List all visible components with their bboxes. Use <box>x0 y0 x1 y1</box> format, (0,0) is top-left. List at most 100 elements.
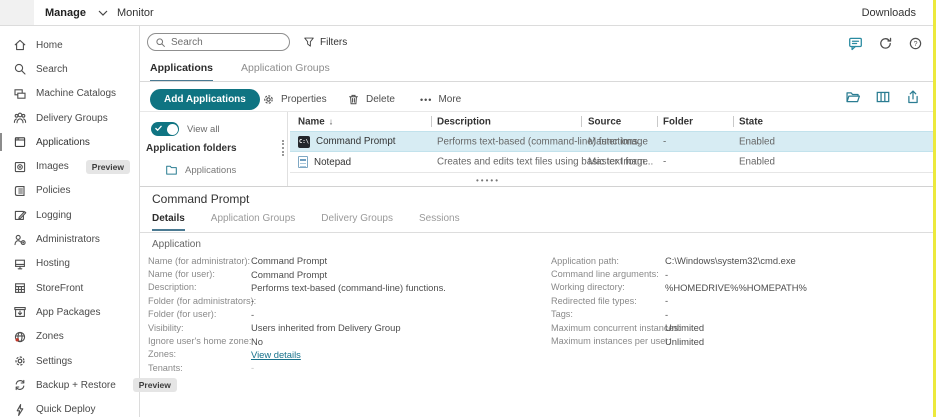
manage-menu[interactable]: Manage <box>45 0 108 25</box>
export-icon[interactable] <box>905 89 921 105</box>
feedback-icon[interactable] <box>847 35 863 51</box>
app-packages-icon <box>13 305 27 319</box>
column-header-name[interactable]: Name ↓ <box>298 116 333 127</box>
tab-details-application-groups[interactable]: Application Groups <box>211 213 296 231</box>
delete-button[interactable]: Delete <box>347 89 395 110</box>
properties-label: Properties <box>281 94 327 105</box>
field-value: - <box>251 309 254 320</box>
row-name-label: Notepad <box>314 157 351 168</box>
more-button[interactable]: ••• More <box>420 89 461 110</box>
sidebar-item-label: App Packages <box>36 307 101 318</box>
details-tabs-divider <box>140 232 936 233</box>
view-all-label: View all <box>187 124 220 135</box>
sidebar-item-label: Hosting <box>36 258 70 269</box>
sidebar-item-storefront[interactable]: StoreFront <box>0 276 139 300</box>
tab-details-delivery-groups[interactable]: Delivery Groups <box>321 213 393 231</box>
column-separator <box>581 116 582 127</box>
panel-splitter-line[interactable] <box>140 186 936 187</box>
sidebar-item-images[interactable]: Images Preview <box>0 154 139 178</box>
table-row-notepad[interactable]: Notepad Creates and edits text files usi… <box>290 152 933 173</box>
row-source-cell: Master Image <box>588 136 648 147</box>
row-name-cell: Notepad <box>298 152 351 172</box>
view-details-link[interactable]: View details <box>251 349 301 360</box>
folder-item-applications[interactable]: Applications <box>165 164 236 176</box>
tab-details-sessions[interactable]: Sessions <box>419 213 460 231</box>
application-section-label: Application <box>152 239 201 250</box>
home-icon <box>13 38 27 52</box>
sidebar-item-label: StoreFront <box>36 283 83 294</box>
row-name-cell: C:\ Command Prompt <box>298 132 396 151</box>
downloads-link[interactable]: Downloads <box>862 0 916 25</box>
table-tools <box>845 89 921 105</box>
column-separator <box>431 116 432 127</box>
sidebar: Home Search Machine Catalogs Delivery Gr… <box>0 26 140 417</box>
field-value: - <box>665 269 668 280</box>
images-icon <box>13 160 27 174</box>
preview-badge: Preview <box>133 378 177 392</box>
utility-icons: ? <box>847 35 923 51</box>
filter-funnel-icon <box>303 36 315 48</box>
details-right-column: Application path:C:\Windows\system32\cmd… <box>551 254 807 348</box>
sidebar-item-label: Backup + Restore <box>36 380 116 391</box>
search-icon <box>13 62 27 76</box>
sidebar-item-delivery-groups[interactable]: Delivery Groups <box>0 106 139 130</box>
sidebar-item-label: Policies <box>36 185 70 196</box>
field-value: - <box>251 295 254 306</box>
sidebar-item-search[interactable]: Search <box>0 57 139 81</box>
sidebar-item-settings[interactable]: Settings <box>0 349 139 373</box>
sidebar-item-administrators[interactable]: Administrators <box>0 227 139 251</box>
details-panel-title: Command Prompt <box>152 192 249 206</box>
column-header-source[interactable]: Source <box>588 116 621 127</box>
help-icon[interactable]: ? <box>907 35 923 51</box>
more-label: More <box>438 94 461 105</box>
sidebar-item-machine-catalogs[interactable]: Machine Catalogs <box>0 82 139 106</box>
check-icon <box>155 125 162 132</box>
search-input[interactable] <box>171 37 271 48</box>
field-row: Visibility:Users inherited from Delivery… <box>148 321 446 334</box>
field-row: Name (for user):Command Prompt <box>148 267 446 280</box>
manage-folders-icon[interactable] <box>845 89 861 105</box>
column-header-folder[interactable]: Folder <box>663 116 693 127</box>
tab-application-groups[interactable]: Application Groups <box>241 62 330 82</box>
table-row-command-prompt[interactable]: C:\ Command Prompt Performs text-based (… <box>290 131 933 152</box>
sidebar-item-label: Machine Catalogs <box>36 88 116 99</box>
folders-panel-resize-handle[interactable] <box>282 140 284 156</box>
sidebar-item-label: Administrators <box>36 234 100 245</box>
field-row: Folder (for user):- <box>148 308 446 321</box>
notepad-icon <box>298 156 308 168</box>
sidebar-item-applications[interactable]: Applications <box>0 130 139 154</box>
refresh-icon[interactable] <box>877 35 893 51</box>
monitor-menu[interactable]: Monitor <box>117 0 154 25</box>
column-separator <box>733 116 734 127</box>
field-value: No <box>251 336 263 347</box>
column-header-state[interactable]: State <box>739 116 763 127</box>
tab-applications[interactable]: Applications <box>150 62 213 82</box>
sidebar-item-hosting[interactable]: Hosting <box>0 252 139 276</box>
sidebar-item-label: Search <box>36 64 68 75</box>
sidebar-item-home[interactable]: Home <box>0 33 139 57</box>
column-header-description[interactable]: Description <box>437 116 491 127</box>
sidebar-item-backup-restore[interactable]: Backup + Restore Preview <box>0 373 139 397</box>
zones-icon <box>13 330 27 344</box>
sidebar-item-label: Logging <box>36 210 72 221</box>
field-row: Name (for administrator):Command Prompt <box>148 254 446 267</box>
view-all-toggle-row: View all <box>151 122 220 136</box>
logging-icon <box>13 208 27 222</box>
field-row: Ignore user's home zone:No <box>148 334 446 347</box>
panel-splitter-handle[interactable]: ••••• <box>463 176 513 185</box>
backup-restore-icon <box>13 378 27 392</box>
sidebar-item-label: Images <box>36 161 69 172</box>
applications-icon <box>13 135 27 149</box>
choose-columns-icon[interactable] <box>875 89 891 105</box>
row-state-cell: Enabled <box>739 157 775 168</box>
properties-button[interactable]: Properties <box>262 89 327 110</box>
view-all-toggle[interactable] <box>151 122 179 136</box>
sidebar-item-policies[interactable]: Policies <box>0 179 139 203</box>
add-applications-button[interactable]: Add Applications <box>150 89 260 110</box>
sidebar-item-zones[interactable]: Zones <box>0 325 139 349</box>
filters-button[interactable]: Filters <box>303 33 347 51</box>
sidebar-item-logging[interactable]: Logging <box>0 203 139 227</box>
sidebar-item-app-packages[interactable]: App Packages <box>0 300 139 324</box>
tab-details[interactable]: Details <box>152 213 185 231</box>
sidebar-item-quick-deploy[interactable]: Quick Deploy <box>0 397 139 417</box>
